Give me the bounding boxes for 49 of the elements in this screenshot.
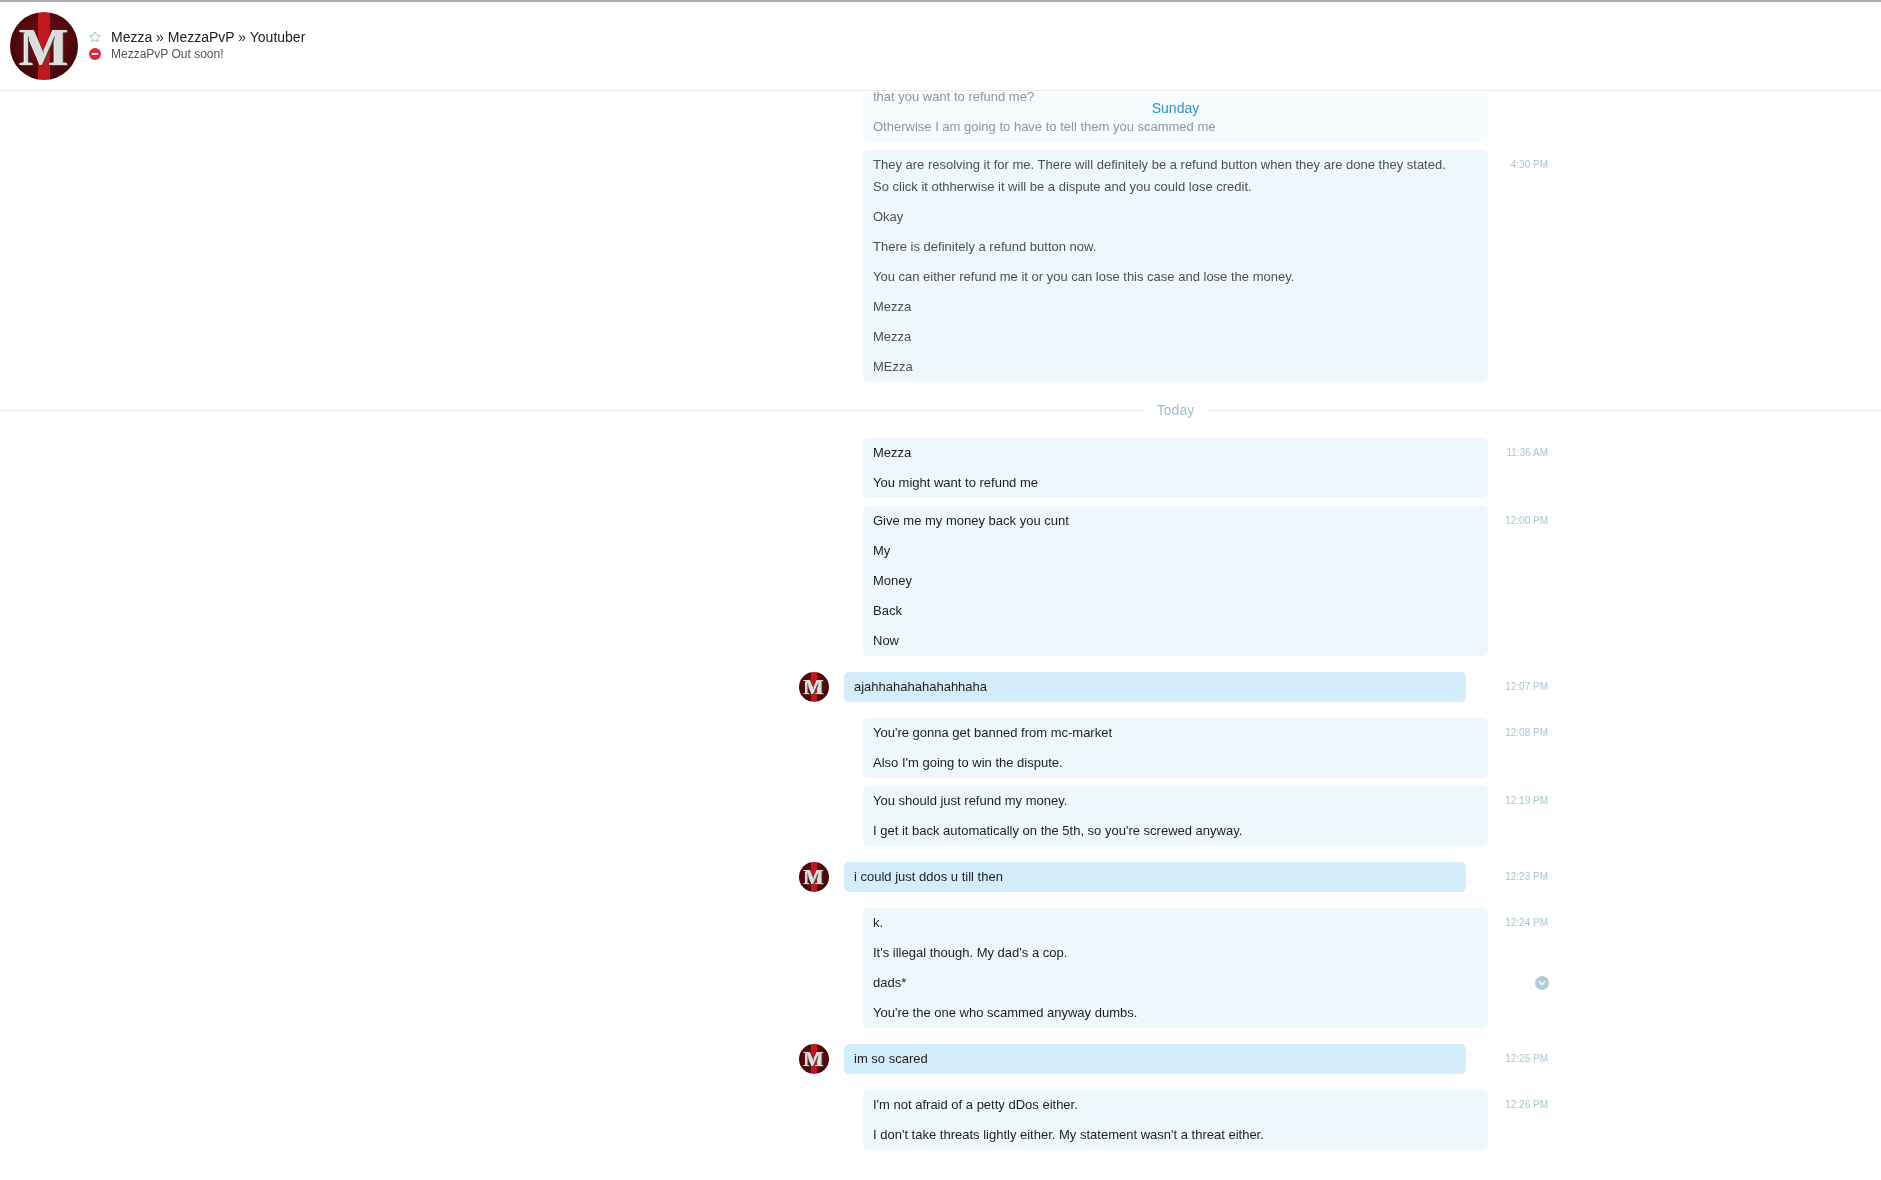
message-time: 12:26 PM [1505, 1099, 1548, 1111]
message-text: It's illegal though. My dad's a cop. [873, 944, 1068, 962]
message-text: that you want to refund me? [873, 91, 1035, 106]
message-text: My [873, 542, 891, 560]
star-icon[interactable] [89, 30, 101, 43]
message-text: Also I'm going to win the dispute. [873, 754, 1063, 772]
message-text: There is definitely a refund button now. [873, 238, 1097, 256]
avatar-logo: M [799, 862, 829, 892]
date-label: Today [1156, 402, 1195, 418]
message-time: 11:36 AM [1506, 447, 1548, 459]
message-text: They are resolving it for me. There will definitely be a refund button when they are done they stated. So click it othherwise it will be a dispute and you could lose credit. [873, 156, 1446, 196]
message-text: Okay [873, 208, 904, 226]
message-time: 4:30 PM [1510, 159, 1548, 171]
message-text: Mezza [873, 298, 912, 316]
message-time: 12:08 PM [1505, 727, 1548, 739]
message-time: 12:23 PM [1505, 871, 1548, 883]
message-time: 12:24 PM [1505, 917, 1548, 929]
message-text: I'm not afraid of a petty dDos either. [873, 1096, 1078, 1114]
message-time: 12:19 PM [1505, 795, 1548, 807]
message-text: I get it back automatically on the 5th, so you're screwed anyway. [873, 822, 1243, 840]
message-text: dads* [873, 974, 907, 992]
avatar-logo: M [10, 12, 78, 80]
avatar-logo: M [799, 1044, 829, 1074]
message-text: Mezza [873, 328, 912, 346]
message-text: Mezza [873, 444, 912, 462]
avatar-logo: M [799, 672, 829, 702]
contact-title: Mezza » MezzaPvP » Youtuber [111, 27, 306, 46]
message-text: i could just ddos u till then [854, 868, 1003, 886]
message-text: MEzza [873, 358, 913, 376]
message-time: 12:00 PM [1505, 515, 1548, 527]
message-time: 12:25 PM [1505, 1053, 1548, 1065]
message-text: Money [873, 572, 913, 590]
message-text: ajahhahahahahahhaha [854, 678, 988, 696]
message-text: im so scared [854, 1050, 928, 1068]
message-text: You should just refund my money. [873, 792, 1068, 810]
message-text: You're the one who scammed anyway dumbs. [873, 1004, 1138, 1022]
date-label: Sunday [1151, 100, 1200, 116]
message-text: Otherwise I am going to have to tell them you scammed me [873, 118, 1216, 136]
message-text: You can either refund me it or you can lose this case and lose the money. [873, 268, 1295, 286]
message-text: k. [873, 914, 884, 932]
message-text: You're gonna get banned from mc-market [873, 724, 1113, 742]
message-text: You might want to refund me [873, 474, 1038, 492]
message-text: Now [873, 632, 899, 650]
message-text: Give me my money back you cunt [873, 512, 1069, 530]
chevron-down-icon[interactable] [1535, 976, 1549, 990]
status-message: MezzaPvP Out soon! [111, 45, 224, 63]
message-time: 12:07 PM [1505, 681, 1548, 693]
message-text: Back [873, 602, 902, 620]
message-text: I don't take threats lightly either. My statement wasn't a threat either. [873, 1126, 1264, 1144]
